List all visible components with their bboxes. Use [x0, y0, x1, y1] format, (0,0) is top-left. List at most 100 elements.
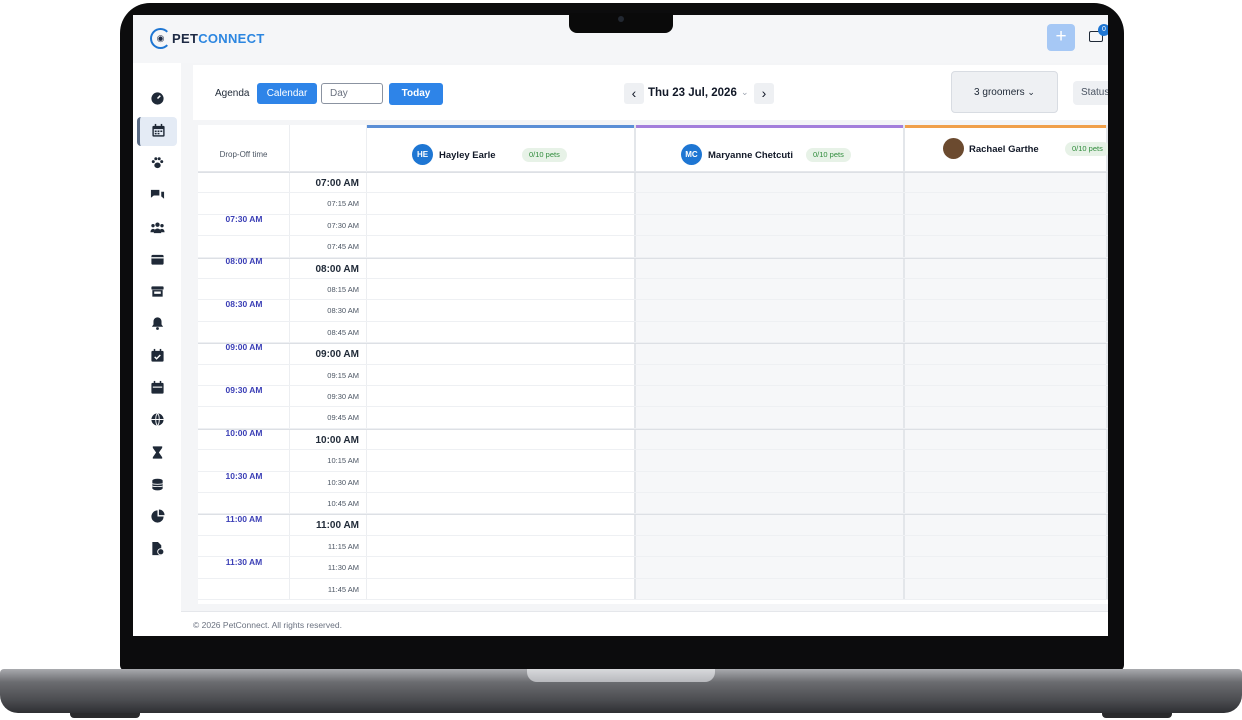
dropoff-time-label[interactable]: 07:30 AM: [198, 214, 290, 224]
schedule-cell[interactable]: [367, 515, 636, 536]
schedule-cell[interactable]: [636, 407, 905, 429]
schedule-cell[interactable]: [905, 214, 1108, 237]
schedule-cell[interactable]: [905, 258, 1108, 279]
schedule-cell[interactable]: [905, 535, 1108, 558]
schedule-cell[interactable]: [367, 173, 636, 194]
schedule-cell[interactable]: [367, 364, 636, 386]
agenda-tab[interactable]: Agenda: [215, 88, 249, 99]
schedule-cell[interactable]: [636, 535, 905, 558]
schedule-cell[interactable]: [905, 429, 1108, 451]
chevron-right-icon[interactable]: ›: [754, 83, 774, 104]
schedule-cell[interactable]: [905, 407, 1108, 429]
sidebar-item-calendar-check[interactable]: [137, 342, 177, 371]
schedule-cell[interactable]: [905, 450, 1108, 472]
schedule-cell[interactable]: [905, 578, 1108, 600]
schedule-cell[interactable]: [636, 236, 905, 258]
schedule-cell[interactable]: [905, 386, 1108, 408]
chevron-left-icon[interactable]: ‹: [624, 83, 644, 104]
schedule-cell[interactable]: [367, 321, 636, 344]
schedule-cell[interactable]: [905, 344, 1108, 365]
today-button[interactable]: Today: [389, 83, 443, 105]
sidebar-item-file-settings[interactable]: [137, 535, 177, 564]
status-filter[interactable]: Status: [1073, 81, 1108, 105]
schedule-cell[interactable]: [367, 493, 636, 515]
schedule-cell[interactable]: [905, 321, 1108, 344]
sidebar-item-calendar[interactable]: [137, 117, 177, 146]
dropoff-time-label[interactable]: 11:30 AM: [198, 557, 290, 567]
schedule-cell[interactable]: [636, 471, 905, 493]
dropoff-time-label[interactable]: 08:30 AM: [198, 299, 290, 309]
sidebar-item-calendar-day[interactable]: [137, 374, 177, 403]
calendar-tab[interactable]: Calendar: [257, 83, 317, 104]
schedule-cell[interactable]: [905, 364, 1108, 386]
schedule-cell[interactable]: [636, 450, 905, 472]
sidebar-item-paw[interactable]: [137, 149, 177, 178]
schedule-cell[interactable]: [367, 214, 636, 237]
schedule-cell[interactable]: [636, 429, 905, 451]
schedule-cell[interactable]: [636, 493, 905, 515]
schedule-cell[interactable]: [636, 300, 905, 322]
schedule-cell[interactable]: [636, 173, 905, 194]
schedule-cell[interactable]: [367, 279, 636, 301]
schedule-cell[interactable]: [367, 407, 636, 429]
schedule-cell[interactable]: [905, 557, 1108, 579]
dropoff-time-label[interactable]: 08:00 AM: [198, 256, 290, 266]
sidebar-item-wallet[interactable]: [137, 246, 177, 275]
schedule-cell[interactable]: [905, 279, 1108, 301]
schedule-cell[interactable]: [905, 471, 1108, 493]
schedule-cell[interactable]: [905, 173, 1108, 194]
sidebar-item-bell[interactable]: [137, 310, 177, 339]
schedule-cell[interactable]: [367, 429, 636, 451]
schedule-cell[interactable]: [367, 450, 636, 472]
schedule-cell[interactable]: [367, 258, 636, 279]
schedule-cell[interactable]: [905, 515, 1108, 536]
current-date[interactable]: Thu 23 Jul, 2026: [648, 87, 737, 99]
schedule-cell[interactable]: [367, 193, 636, 215]
sidebar-item-users[interactable]: [137, 214, 177, 243]
dropoff-time-label[interactable]: 09:00 AM: [198, 342, 290, 352]
schedule-cell[interactable]: [367, 300, 636, 322]
schedule-cell[interactable]: [367, 236, 636, 258]
app-logo[interactable]: ◉ PETCONNECT: [150, 28, 265, 49]
groomer-name[interactable]: Rachael Garthe: [969, 144, 1039, 155]
schedule-cell[interactable]: [905, 300, 1108, 322]
dropoff-time-label[interactable]: 11:00 AM: [198, 514, 290, 524]
schedule-cell[interactable]: [636, 344, 905, 365]
schedule-cell[interactable]: [905, 193, 1108, 215]
sidebar-item-globe[interactable]: [137, 406, 177, 435]
schedule-cell[interactable]: [636, 364, 905, 386]
time-label: 08:15 AM: [290, 279, 367, 301]
dropoff-time-label[interactable]: 10:30 AM: [198, 471, 290, 481]
sidebar-item-hourglass[interactable]: [137, 439, 177, 468]
schedule-cell[interactable]: [905, 236, 1108, 258]
schedule-cell[interactable]: [636, 515, 905, 536]
dropoff-time-label[interactable]: 09:30 AM: [198, 385, 290, 395]
groomers-filter[interactable]: 3 groomers ⌄: [951, 71, 1058, 113]
schedule-cell[interactable]: [636, 193, 905, 215]
dropoff-time-label[interactable]: 10:00 AM: [198, 428, 290, 438]
groomer-name[interactable]: Maryanne Chetcuti: [708, 150, 793, 161]
groomer-name[interactable]: Hayley Earle: [439, 150, 496, 161]
schedule-cell[interactable]: [636, 258, 905, 279]
sidebar-item-coins[interactable]: [137, 471, 177, 500]
schedule-cell[interactable]: [367, 344, 636, 365]
schedule-cell[interactable]: [636, 386, 905, 408]
schedule-cell[interactable]: [367, 535, 636, 558]
add-button[interactable]: +: [1047, 24, 1075, 51]
schedule-cell[interactable]: [367, 471, 636, 493]
sidebar-item-chat[interactable]: [137, 181, 177, 210]
schedule-cell[interactable]: [367, 386, 636, 408]
schedule-cell[interactable]: [367, 578, 636, 600]
sidebar-item-dashboard[interactable]: [137, 85, 177, 114]
schedule-cell[interactable]: [636, 214, 905, 237]
schedule-cell[interactable]: [636, 557, 905, 579]
chevron-down-icon[interactable]: ⌄: [741, 87, 749, 98]
schedule-cell[interactable]: [636, 578, 905, 600]
schedule-cell[interactable]: [636, 279, 905, 301]
sidebar-item-store[interactable]: [137, 278, 177, 307]
sidebar-item-pie-chart[interactable]: [137, 503, 177, 532]
schedule-cell[interactable]: [367, 557, 636, 579]
schedule-cell[interactable]: [636, 321, 905, 344]
view-select[interactable]: Day: [321, 83, 383, 104]
schedule-cell[interactable]: [905, 493, 1108, 515]
